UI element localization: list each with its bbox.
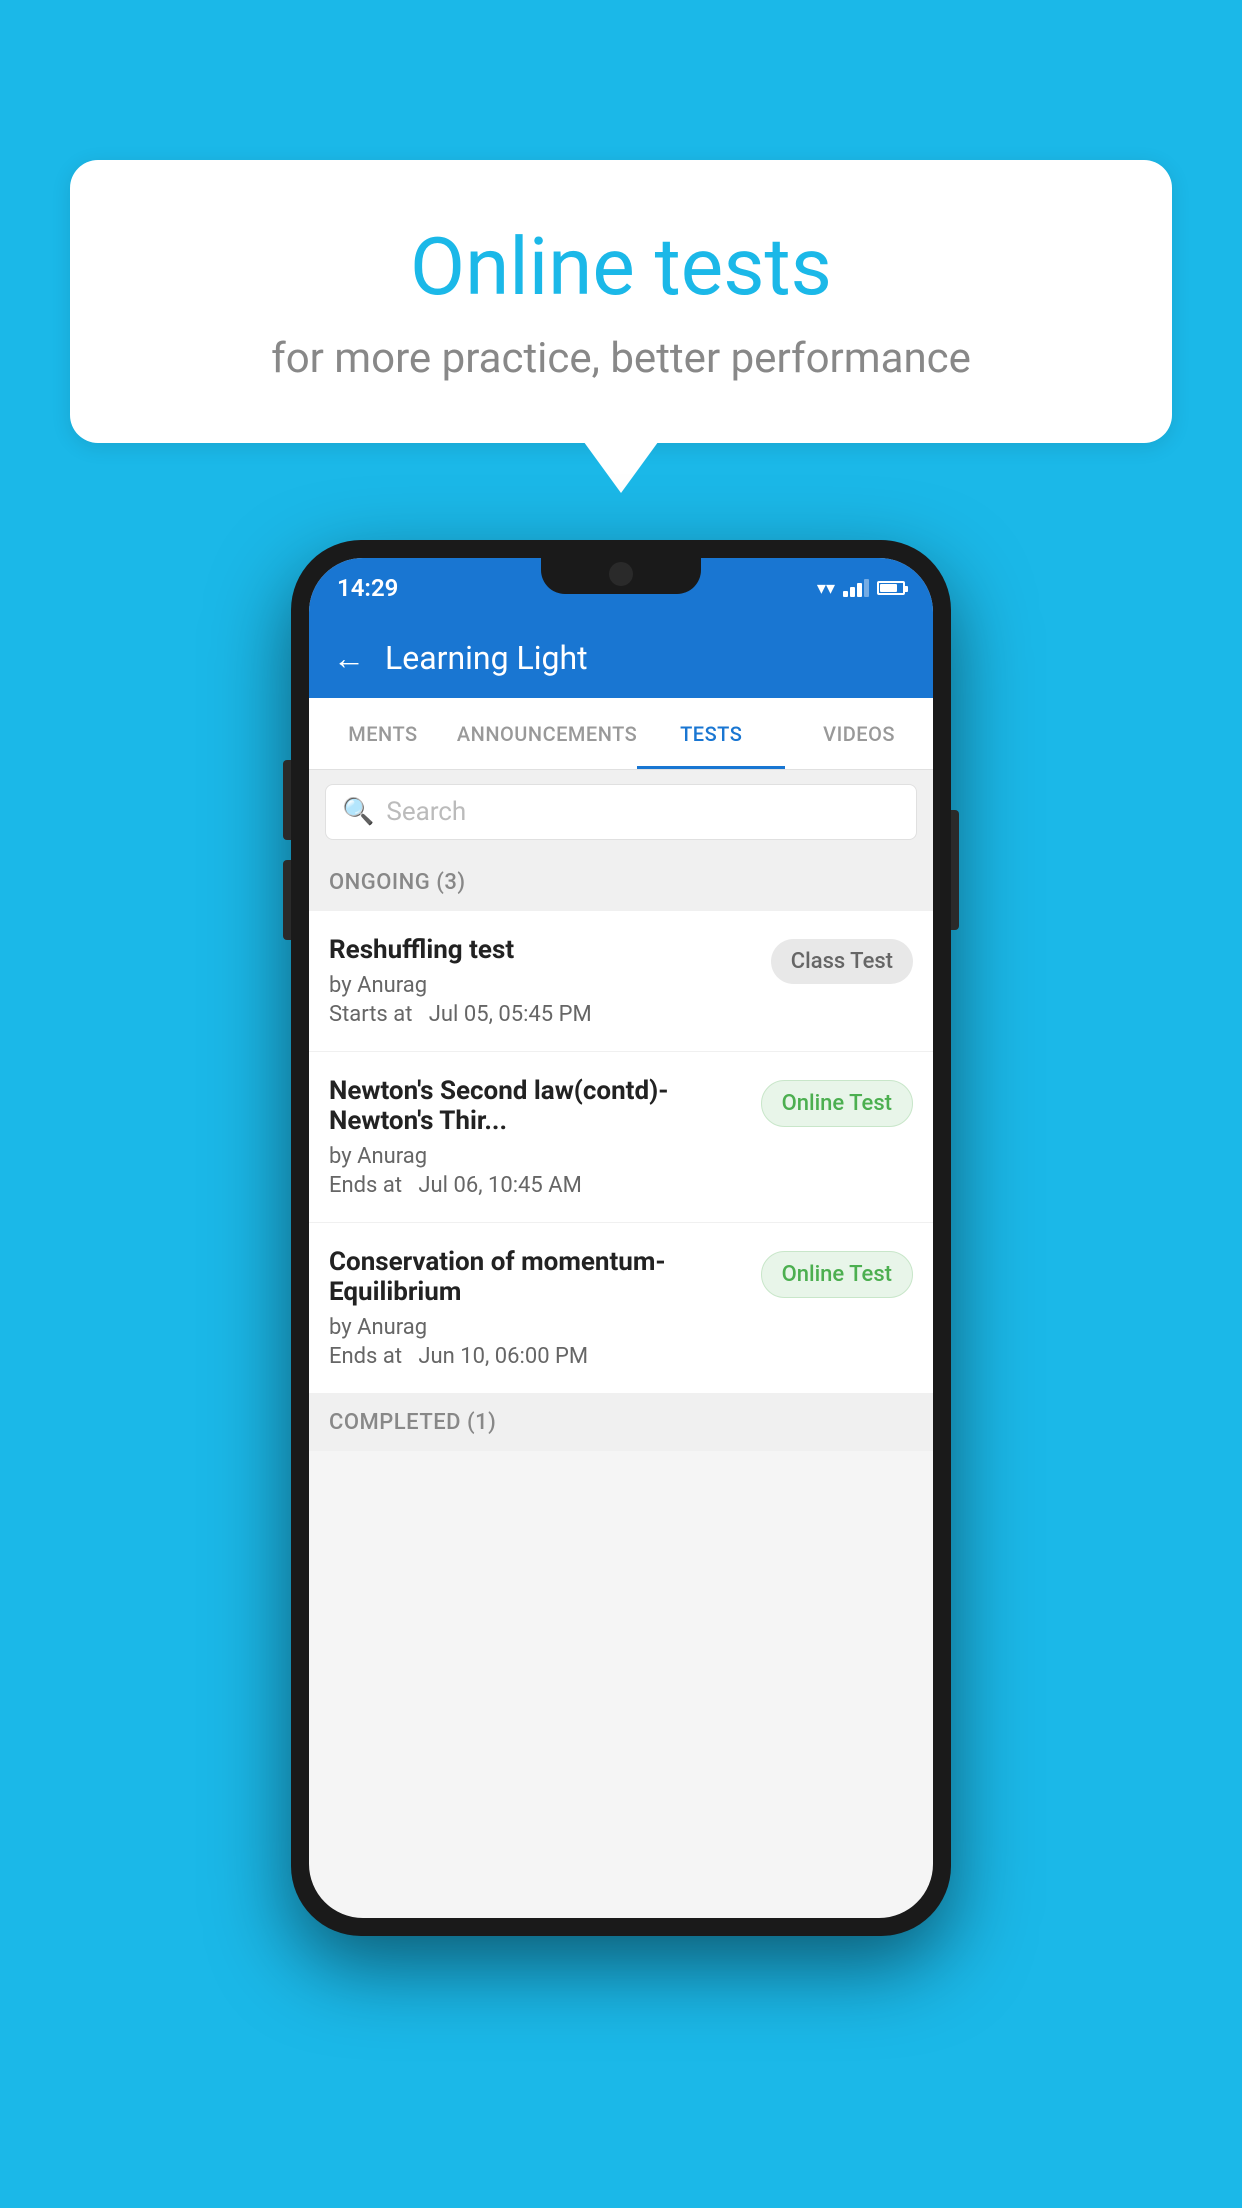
phone-notch — [541, 558, 701, 594]
phone-camera — [609, 562, 633, 586]
test-badge: Class Test — [771, 939, 913, 984]
speech-bubble: Online tests for more practice, better p… — [70, 160, 1172, 443]
test-date: Ends at Jul 06, 10:45 AM — [329, 1173, 745, 1198]
volume-up-button[interactable] — [283, 760, 291, 840]
signal-icon — [843, 579, 869, 597]
ongoing-section-header: ONGOING (3) — [309, 854, 933, 911]
volume-down-button[interactable] — [283, 860, 291, 940]
test-name: Newton's Second law(contd)-Newton's Thir… — [329, 1076, 745, 1136]
phone-frame: 14:29 ▾▾ — [291, 540, 951, 1936]
completed-section-header: COMPLETED (1) — [309, 1394, 933, 1451]
tab-tests[interactable]: TESTS — [637, 698, 785, 769]
test-item-left: Newton's Second law(contd)-Newton's Thir… — [329, 1076, 745, 1198]
phone-wrapper: 14:29 ▾▾ — [291, 540, 951, 1936]
test-badge: Online Test — [761, 1251, 913, 1298]
test-author: by Anurag — [329, 973, 755, 998]
back-button[interactable]: ← — [333, 639, 365, 677]
test-list: Reshuffling test by Anurag Starts at Jul… — [309, 911, 933, 1394]
bubble-title: Online tests — [140, 220, 1102, 314]
status-icons: ▾▾ — [817, 578, 905, 599]
status-time: 14:29 — [337, 574, 398, 602]
wifi-icon: ▾▾ — [817, 578, 835, 599]
tab-announcements[interactable]: ANNOUNCEMENTS — [457, 698, 637, 769]
phone-screen: 14:29 ▾▾ — [309, 558, 933, 1918]
test-name: Conservation of momentum-Equilibrium — [329, 1247, 745, 1307]
test-date: Ends at Jun 10, 06:00 PM — [329, 1344, 745, 1369]
speech-bubble-container: Online tests for more practice, better p… — [70, 160, 1172, 443]
search-placeholder: Search — [386, 797, 466, 827]
search-bar[interactable]: 🔍 Search — [325, 784, 917, 840]
test-item[interactable]: Conservation of momentum-Equilibrium by … — [309, 1223, 933, 1394]
test-badge: Online Test — [761, 1080, 913, 1127]
test-name: Reshuffling test — [329, 935, 755, 965]
power-button[interactable] — [951, 810, 959, 930]
app-header: ← Learning Light — [309, 618, 933, 698]
test-author: by Anurag — [329, 1144, 745, 1169]
search-container: 🔍 Search — [309, 770, 933, 854]
battery-icon — [877, 581, 905, 595]
test-date: Starts at Jul 05, 05:45 PM — [329, 1002, 755, 1027]
test-item[interactable]: Reshuffling test by Anurag Starts at Jul… — [309, 911, 933, 1052]
test-item[interactable]: Newton's Second law(contd)-Newton's Thir… — [309, 1052, 933, 1223]
tabs-container: MENTS ANNOUNCEMENTS TESTS VIDEOS — [309, 698, 933, 770]
search-icon: 🔍 — [342, 797, 374, 827]
tab-ments[interactable]: MENTS — [309, 698, 457, 769]
app-title: Learning Light — [385, 639, 588, 677]
test-item-left: Reshuffling test by Anurag Starts at Jul… — [329, 935, 755, 1027]
bubble-subtitle: for more practice, better performance — [140, 334, 1102, 383]
test-author: by Anurag — [329, 1315, 745, 1340]
tab-videos[interactable]: VIDEOS — [785, 698, 933, 769]
test-item-left: Conservation of momentum-Equilibrium by … — [329, 1247, 745, 1369]
